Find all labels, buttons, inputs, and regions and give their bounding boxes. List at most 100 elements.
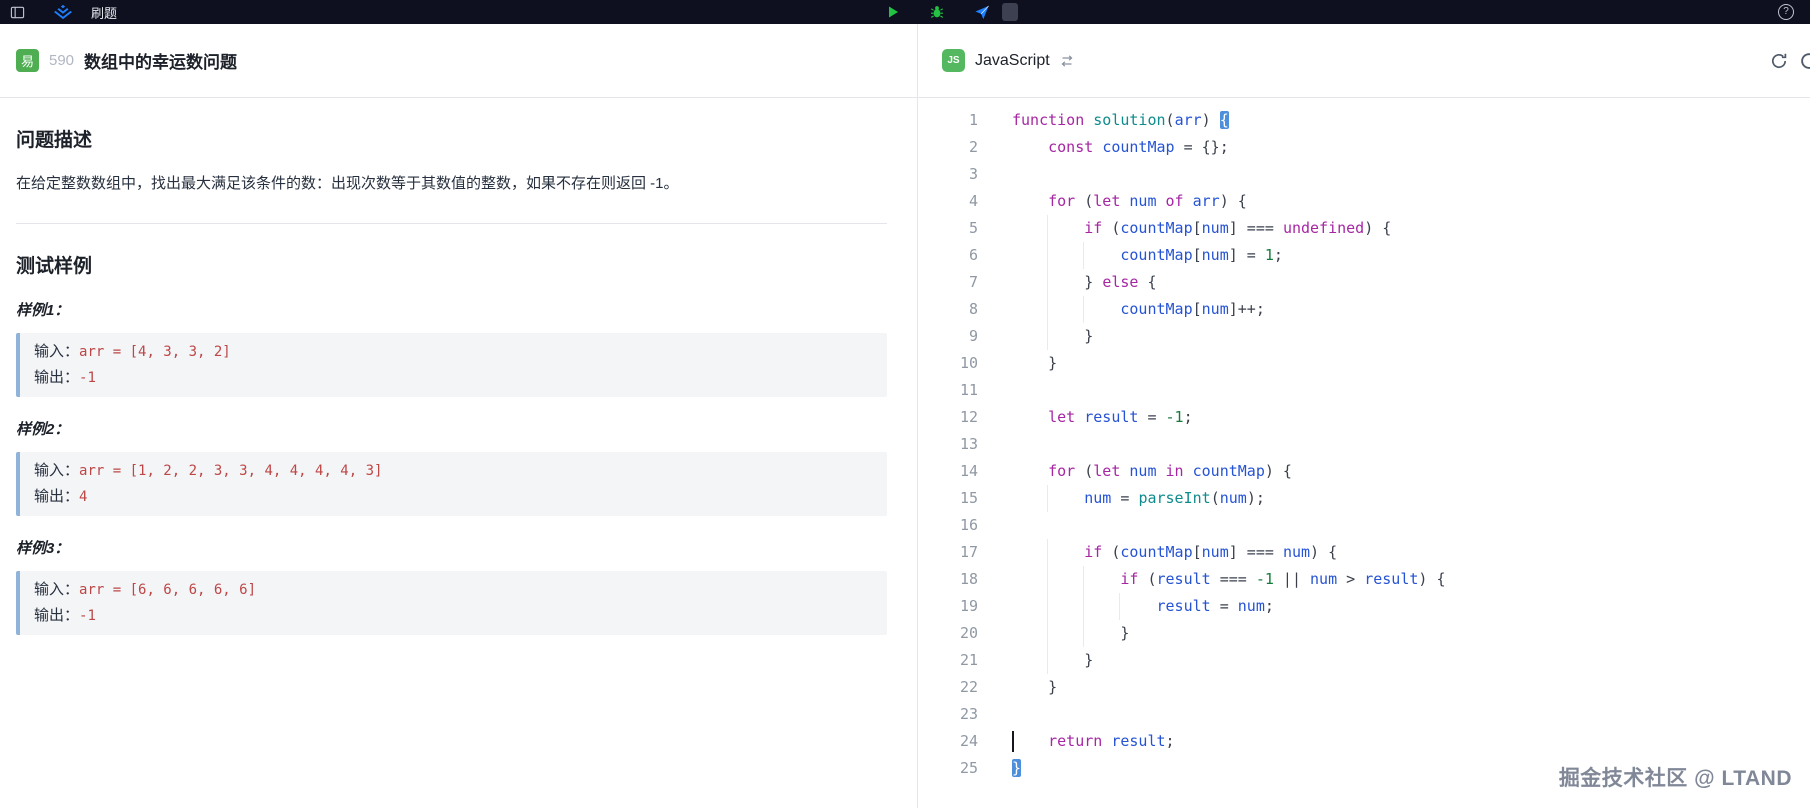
code-line[interactable]: 18 if (result === -1 || num > result) { [918, 566, 1810, 593]
code-line[interactable]: 12 let result = -1; [918, 404, 1810, 431]
problem-header: 易 590 数组中的幸运数问题 [0, 24, 917, 98]
code-token: || [1274, 570, 1310, 588]
code-line[interactable]: 21 } [918, 647, 1810, 674]
sidebar-toggle-icon[interactable] [10, 5, 25, 20]
line-number: 2 [918, 134, 978, 161]
code-line[interactable]: 6 countMap[num] = 1; [918, 242, 1810, 269]
indent-guide [1012, 566, 1048, 593]
app-title: 刷题 [91, 3, 117, 22]
indent-guide [1047, 323, 1084, 350]
code-line[interactable]: 23 [918, 701, 1810, 728]
code-line[interactable]: 11 [918, 377, 1810, 404]
code-token: } [1120, 624, 1129, 642]
code-token: countMap [1120, 300, 1192, 318]
code-token: num [1129, 462, 1156, 480]
code-line[interactable]: 4 for (let num of arr) { [918, 188, 1810, 215]
line-number: 7 [918, 269, 978, 296]
code-token [1184, 192, 1193, 210]
indent-guide [1047, 215, 1084, 242]
code-line[interactable]: 20 } [918, 620, 1810, 647]
juejin-logo-icon[interactable] [51, 3, 75, 21]
sample-output-row: 输出：4 [34, 486, 873, 508]
code-line[interactable]: 13 [918, 431, 1810, 458]
code-token: countMap [1193, 462, 1265, 480]
main-content: 易 590 数组中的幸运数问题 问题描述 在给定整数数组中，找出最大满足该条件的… [0, 24, 1810, 808]
run-button[interactable] [886, 5, 900, 19]
code-token: ]++; [1229, 300, 1265, 318]
debug-bug-icon[interactable] [930, 5, 944, 19]
code-line[interactable]: 1function solution(arr) { [918, 107, 1810, 134]
code-token [1075, 408, 1084, 426]
indent-guide [1012, 269, 1048, 296]
code-line[interactable]: 24 return result; [918, 728, 1810, 755]
text-cursor [1012, 731, 1014, 752]
line-number: 19 [918, 593, 978, 620]
code-token: ( [1075, 462, 1093, 480]
code-token: > [1337, 570, 1364, 588]
line-number: 23 [918, 701, 978, 728]
help-icon[interactable]: ? [1778, 4, 1794, 20]
reset-code-icon[interactable] [1770, 52, 1788, 70]
code-token: if [1120, 570, 1138, 588]
code-token: } [1048, 354, 1057, 372]
code-line[interactable]: 9 } [918, 323, 1810, 350]
line-number: 24 [918, 728, 978, 755]
code-token: parseInt [1138, 489, 1210, 507]
code-token: ] === [1229, 543, 1283, 561]
run-options-chip[interactable] [1002, 3, 1018, 21]
app-window: 刷题 ? [0, 0, 1810, 808]
code-line[interactable]: 22 } [918, 674, 1810, 701]
code-token: countMap [1120, 219, 1192, 237]
code-text: } [1012, 323, 1093, 350]
indent-guide [1083, 593, 1120, 620]
code-token: countMap [1120, 543, 1192, 561]
indent-guide [1047, 620, 1084, 647]
code-text: } [1012, 350, 1057, 377]
indent-guide [1047, 566, 1084, 593]
line-number: 3 [918, 161, 978, 188]
code-token: num [1202, 543, 1229, 561]
sample-block: 输入：arr = [1, 2, 2, 3, 3, 4, 4, 4, 4, 3] … [16, 452, 887, 516]
code-line[interactable]: 15 num = parseInt(num); [918, 485, 1810, 512]
line-number: 4 [918, 188, 978, 215]
code-line[interactable]: 7 } else { [918, 269, 1810, 296]
code-token: else [1102, 273, 1138, 291]
code-token: num [1238, 597, 1265, 615]
code-token: } [1084, 273, 1102, 291]
code-line[interactable]: 17 if (countMap[num] === num) { [918, 539, 1810, 566]
cropped-edge-icon[interactable] [1799, 51, 1810, 71]
code-line[interactable]: 3 [918, 161, 1810, 188]
code-line[interactable]: 5 if (countMap[num] === undefined) { [918, 215, 1810, 242]
language-label: JavaScript [975, 52, 1050, 70]
code-line[interactable]: 16 [918, 512, 1810, 539]
problem-id: 590 [49, 52, 74, 69]
code-text: } [1012, 647, 1093, 674]
language-switch-icon[interactable] [1060, 54, 1074, 68]
run-controls [886, 0, 1018, 24]
code-token: undefined [1283, 219, 1364, 237]
indent-guide [1012, 620, 1048, 647]
indent-guide [1012, 458, 1048, 485]
code-line[interactable]: 2 const countMap = {}; [918, 134, 1810, 161]
indent-guide [1083, 620, 1120, 647]
code-token: countMap [1102, 138, 1174, 156]
code-editor[interactable]: 1function solution(arr) {2 const countMa… [918, 98, 1810, 782]
code-text: countMap[num]++; [1012, 296, 1265, 323]
indent-guide [1012, 728, 1048, 755]
submit-paper-plane-icon[interactable] [974, 5, 990, 20]
code-line[interactable]: 14 for (let num in countMap) { [918, 458, 1810, 485]
code-token [1102, 732, 1111, 750]
sample-output-row: 输出：-1 [34, 367, 873, 389]
code-line[interactable]: 10 } [918, 350, 1810, 377]
code-line[interactable]: 19 result = num; [918, 593, 1810, 620]
code-token: result [1157, 570, 1211, 588]
code-line[interactable]: 8 countMap[num]++; [918, 296, 1810, 323]
code-token: } [1012, 759, 1021, 777]
code-text: } [1012, 674, 1057, 701]
code-token: -1 [1256, 570, 1274, 588]
indent-guide [1012, 296, 1048, 323]
indent-guide [1012, 485, 1048, 512]
code-token: ); [1247, 489, 1265, 507]
indent-guide [1119, 593, 1156, 620]
code-token: const [1048, 138, 1093, 156]
